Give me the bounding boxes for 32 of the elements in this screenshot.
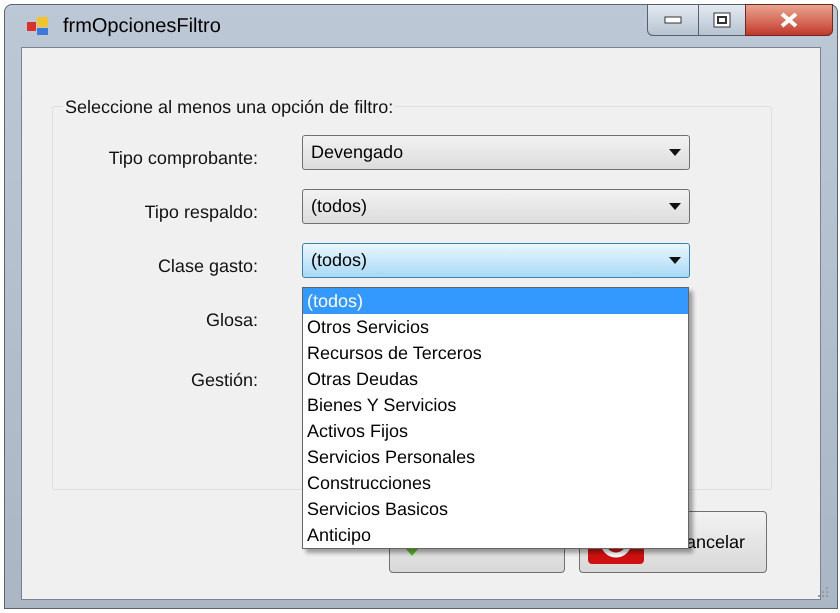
- close-button[interactable]: [745, 4, 833, 36]
- maximize-button[interactable]: [699, 4, 745, 36]
- dropdown-option[interactable]: Servicios Personales: [303, 444, 688, 470]
- dropdown-option[interactable]: Servicios Basicos: [303, 496, 688, 522]
- dropdown-option[interactable]: Construcciones: [303, 470, 688, 496]
- app-icon: [27, 16, 49, 36]
- field-label: Gestión:: [190, 369, 258, 392]
- dropdown-option[interactable]: Bienes Y Servicios: [303, 392, 688, 418]
- field-label: Tipo comprobante:: [108, 147, 258, 170]
- minimize-icon: [664, 16, 682, 24]
- dropdown-option[interactable]: Anticipo: [303, 522, 688, 548]
- dropdown-arrow-icon: [669, 203, 681, 210]
- field-label: Clase gasto:: [156, 255, 258, 278]
- dropdown-option[interactable]: Otras Deudas: [303, 366, 688, 392]
- combo-box[interactable]: (todos): [302, 243, 690, 278]
- combo-value: Devengado: [311, 141, 404, 164]
- combo-box[interactable]: (todos): [302, 189, 690, 224]
- close-icon: [779, 12, 799, 28]
- resize-grip-icon: [817, 586, 829, 598]
- dropdown-option[interactable]: Otros Servicios: [303, 314, 688, 340]
- minimize-button[interactable]: [647, 4, 699, 36]
- combo-value: (todos): [311, 249, 368, 272]
- combo-value: (todos): [311, 195, 368, 218]
- combo-box[interactable]: Devengado: [302, 135, 690, 170]
- field-label: Tipo respaldo:: [144, 201, 258, 224]
- dropdown-option[interactable]: Activos Fijos: [303, 418, 688, 444]
- maximize-icon: [713, 12, 731, 28]
- dropdown-option[interactable]: Recursos de Terceros: [303, 340, 688, 366]
- field-label: Glosa:: [204, 309, 258, 332]
- window-title: frmOpcionesFiltro: [63, 14, 221, 39]
- dropdown-arrow-icon: [669, 257, 681, 264]
- dropdown-arrow-icon: [669, 149, 681, 156]
